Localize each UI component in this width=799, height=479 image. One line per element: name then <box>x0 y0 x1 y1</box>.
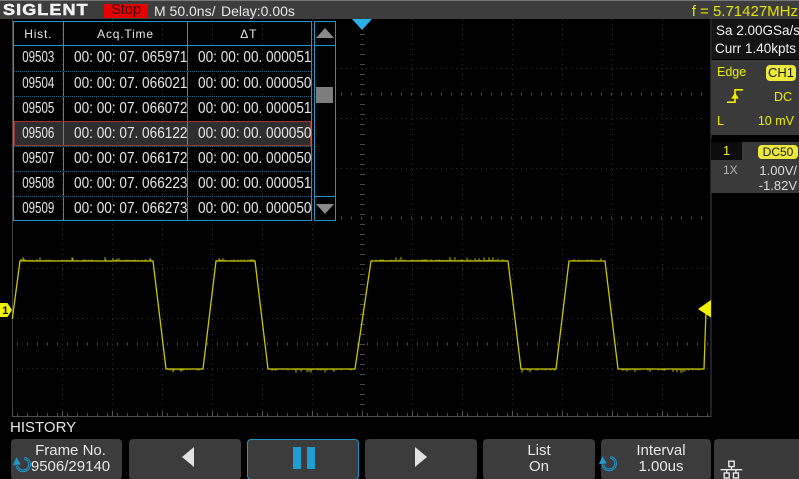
svg-text:1: 1 <box>2 305 8 317</box>
